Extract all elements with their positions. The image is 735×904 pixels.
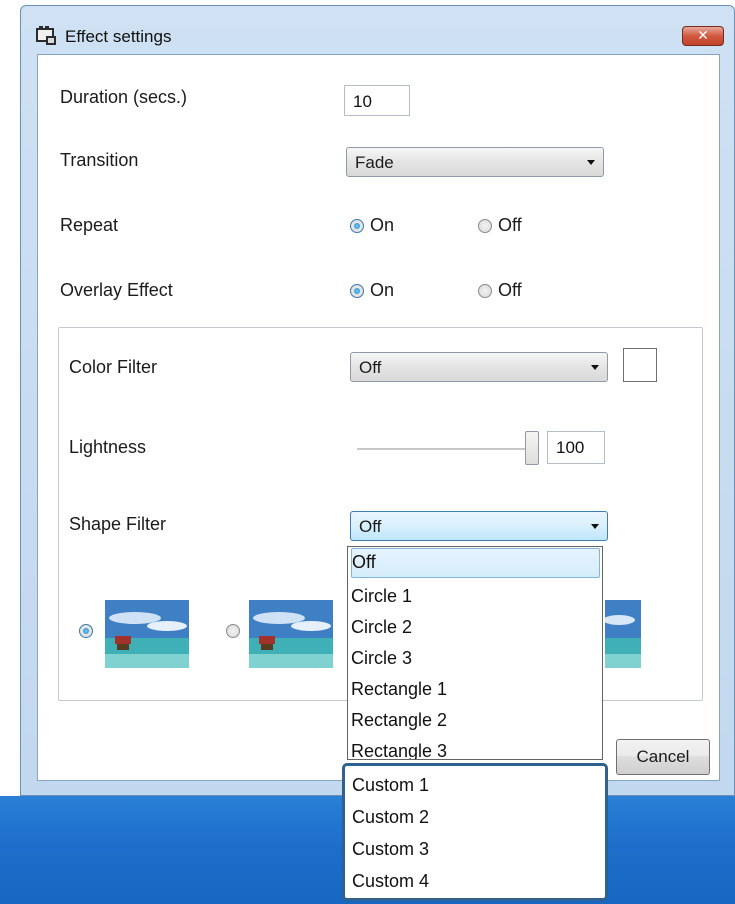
color-swatch-button[interactable] (623, 348, 657, 382)
shape-thumbnail-radio-2[interactable] (226, 624, 240, 638)
lightness-value-input[interactable]: 100 (547, 431, 605, 464)
shape-thumbnail-radio-1[interactable] (79, 624, 93, 638)
dropdown-option-circle-1[interactable]: Circle 1 (351, 583, 600, 613)
overlay-on-radio[interactable] (350, 284, 364, 298)
repeat-on-radio[interactable] (350, 219, 364, 233)
repeat-radio-group: On Off (346, 215, 566, 239)
dropdown-option-rectangle-3[interactable]: Rectangle 3 (351, 738, 600, 759)
dropdown-option-custom-2[interactable]: Custom 2 (352, 804, 601, 834)
dropdown-option-circle-2[interactable]: Circle 2 (351, 614, 600, 644)
dropdown-option-custom-4[interactable]: Custom 4 (352, 868, 601, 898)
lightness-slider-track[interactable] (357, 448, 533, 451)
repeat-off-label[interactable]: Off (498, 215, 522, 236)
transition-label: Transition (60, 150, 139, 170)
overlay-on-label[interactable]: On (370, 280, 394, 301)
shape-filter-select[interactable]: Off (350, 511, 608, 541)
color-filter-value: Off (359, 358, 382, 377)
chevron-down-icon (591, 524, 599, 529)
lightness-label: Lightness (69, 437, 147, 457)
dropdown-option-custom-1[interactable]: Custom 1 (352, 772, 601, 802)
transition-value: Fade (355, 153, 394, 172)
shape-filter-value: Off (359, 517, 382, 536)
dropdown-option-off[interactable]: Off (351, 548, 600, 578)
dropdown-option-custom-3[interactable]: Custom 3 (352, 836, 601, 866)
chevron-down-icon (591, 365, 599, 370)
window-title: Effect settings (65, 27, 172, 46)
close-button[interactable]: ✕ (682, 26, 724, 46)
overlay-effect-label: Overlay Effect (60, 280, 173, 300)
beach-thumbnail-1[interactable] (105, 600, 189, 668)
transition-select[interactable]: Fade (346, 147, 604, 177)
dropdown-option-rectangle-1[interactable]: Rectangle 1 (351, 676, 600, 706)
repeat-off-radio[interactable] (478, 219, 492, 233)
cancel-button[interactable]: Cancel (616, 739, 710, 775)
repeat-on-label[interactable]: On (370, 215, 394, 236)
overlay-radio-group: On Off (346, 280, 566, 304)
shape-filter-label: Shape Filter (69, 514, 167, 534)
color-filter-select[interactable]: Off (350, 352, 608, 382)
chevron-down-icon (587, 160, 595, 165)
custom-options-highlight: Custom 1 Custom 2 Custom 3 Custom 4 (342, 763, 608, 901)
app-icon (36, 26, 56, 45)
duration-label: Duration (secs.) (60, 87, 188, 107)
dropdown-option-circle-3[interactable]: Circle 3 (351, 645, 600, 675)
overlay-off-label[interactable]: Off (498, 280, 522, 301)
beach-thumbnail-3[interactable] (605, 600, 641, 668)
lightness-slider-thumb[interactable] (525, 431, 539, 465)
color-filter-label: Color Filter (69, 357, 158, 377)
shape-filter-dropdown-list: Off Circle 1 Circle 2 Circle 3 Rectangle… (347, 546, 603, 760)
repeat-label: Repeat (60, 215, 119, 235)
overlay-off-radio[interactable] (478, 284, 492, 298)
duration-input[interactable]: 10 (344, 85, 410, 116)
title-bar: Effect settings ✕ (21, 6, 734, 54)
dropdown-option-rectangle-2[interactable]: Rectangle 2 (351, 707, 600, 737)
beach-thumbnail-2[interactable] (249, 600, 333, 668)
